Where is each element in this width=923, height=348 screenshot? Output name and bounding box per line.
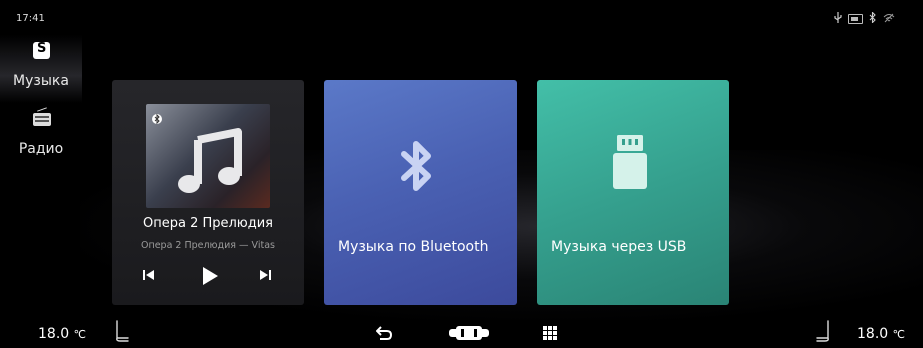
bluetooth-icon — [869, 11, 877, 26]
temperature-left[interactable]: 18.0 ℃ — [38, 326, 86, 342]
usb-source-card[interactable]: Музыка через USB — [537, 80, 729, 305]
seat-left-icon[interactable] — [114, 320, 130, 346]
battery-icon — [848, 14, 863, 24]
bluetooth-icon — [398, 136, 438, 200]
previous-icon[interactable] — [142, 268, 156, 282]
radio-icon — [33, 110, 51, 127]
sidebar-item-label: Музыка — [13, 73, 69, 89]
next-icon[interactable] — [258, 268, 272, 282]
temperature-right-value: 18.0 — [857, 326, 889, 342]
play-icon[interactable] — [200, 266, 220, 286]
sidebar-item-music[interactable]: Музыка — [0, 35, 82, 103]
status-icons — [834, 11, 895, 26]
usb-source-label: Музыка через USB — [551, 239, 687, 255]
bluetooth-source-card[interactable]: Музыка по Bluetooth — [324, 80, 517, 305]
bluetooth-icon — [152, 110, 162, 125]
bluetooth-source-label: Музыка по Bluetooth — [338, 239, 489, 255]
music-app-icon — [33, 41, 50, 59]
clock: 17:41 — [16, 13, 45, 24]
sidebar: Музыка Радио — [0, 35, 82, 171]
album-cover — [146, 104, 270, 208]
back-icon[interactable] — [375, 325, 393, 344]
now-playing-card[interactable]: Опера 2 Прелюдия Опера 2 Прелюдия — Vita… — [112, 80, 304, 305]
track-title: Опера 2 Прелюдия — [142, 216, 274, 231]
usb-drive-icon — [612, 135, 648, 195]
car-icon[interactable] — [449, 325, 489, 344]
sidebar-item-radio[interactable]: Радио — [0, 103, 82, 171]
music-note-icon — [174, 126, 244, 196]
temperature-unit: ℃ — [892, 328, 905, 341]
wifi-icon — [883, 13, 895, 26]
temperature-right[interactable]: 18.0 ℃ — [857, 326, 905, 342]
usb-icon — [834, 12, 842, 26]
temperature-left-value: 18.0 — [38, 326, 70, 342]
temperature-unit: ℃ — [73, 328, 86, 341]
apps-grid-icon[interactable] — [543, 325, 557, 344]
track-artist: Опера 2 Прелюдия — Vitas — [141, 240, 275, 251]
seat-right-icon[interactable] — [815, 320, 831, 346]
sidebar-item-label: Радио — [18, 141, 64, 157]
